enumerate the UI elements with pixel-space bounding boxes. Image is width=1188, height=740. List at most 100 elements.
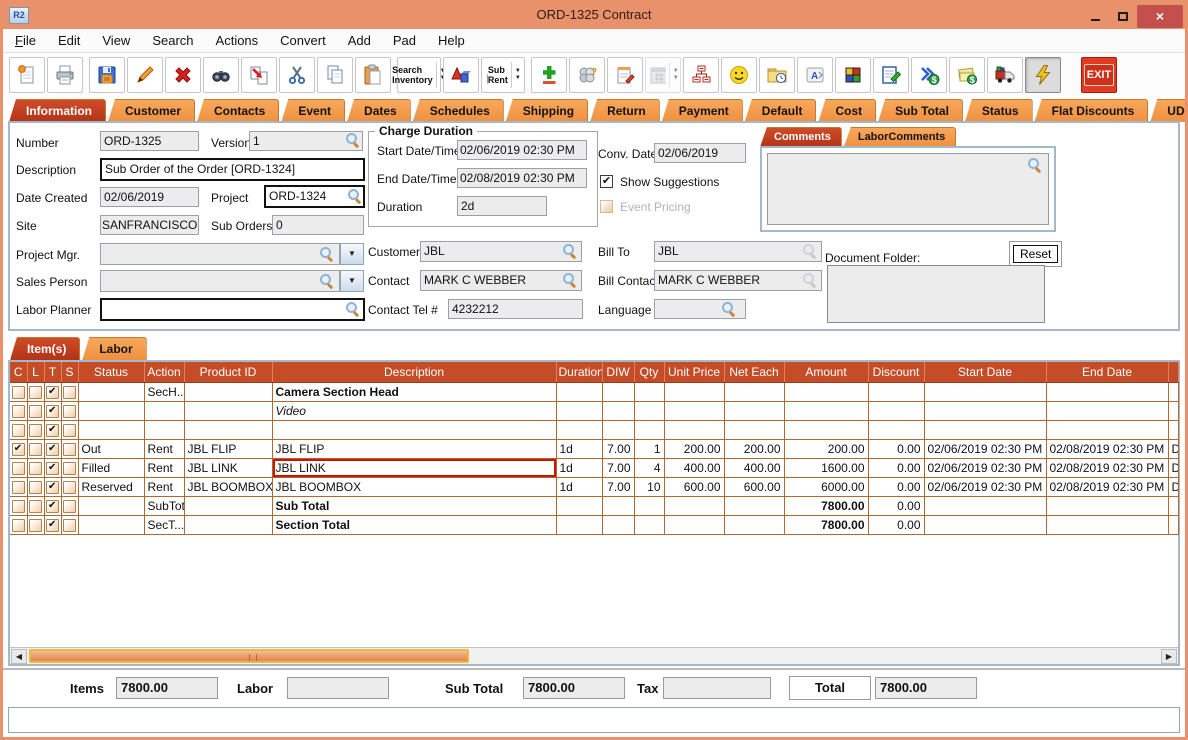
s-checkbox-cell[interactable] [61, 439, 78, 458]
overflow-cell[interactable] [1168, 382, 1178, 401]
duration-cell[interactable] [556, 382, 602, 401]
overflow-cell[interactable] [1168, 515, 1178, 534]
l-checkbox-cell[interactable] [27, 401, 44, 420]
c-checkbox-cell[interactable] [10, 420, 27, 439]
duration-cell[interactable]: 1d [556, 477, 602, 496]
t-checkbox[interactable] [46, 519, 59, 532]
column-header[interactable]: Discount [868, 362, 924, 382]
action-cell[interactable]: SubTot [144, 496, 184, 515]
amount-cell[interactable] [784, 420, 868, 439]
subtotal-field[interactable]: 7800.00 [523, 677, 625, 699]
description-cell[interactable] [272, 420, 556, 439]
product-id-cell[interactable]: JBL LINK [184, 458, 272, 477]
unit-price-cell[interactable] [664, 496, 724, 515]
date-created-field[interactable]: 02/06/2019 [100, 187, 199, 207]
language-search-icon[interactable] [722, 302, 736, 316]
duration-cell[interactable] [556, 515, 602, 534]
t-checkbox-cell[interactable] [44, 382, 61, 401]
c-checkbox-cell[interactable] [10, 477, 27, 496]
column-header[interactable]: Action [144, 362, 184, 382]
qty-cell[interactable]: 10 [634, 477, 664, 496]
s-checkbox[interactable] [63, 519, 76, 532]
contact-search-icon[interactable] [563, 273, 577, 287]
s-checkbox[interactable] [63, 481, 76, 494]
comments-box[interactable] [767, 153, 1049, 225]
action-cell[interactable]: Rent [144, 458, 184, 477]
t-checkbox-cell[interactable] [44, 439, 61, 458]
overflow-cell[interactable] [1168, 401, 1178, 420]
transfer-button[interactable] [241, 57, 277, 93]
quick-action-button[interactable] [1025, 57, 1061, 93]
l-checkbox-cell[interactable] [27, 382, 44, 401]
amount-cell[interactable]: 6000.00 [784, 477, 868, 496]
tab[interactable]: Shipping [506, 99, 588, 122]
cut-button[interactable] [279, 57, 315, 93]
description-cell[interactable]: Section Total [272, 515, 556, 534]
grid-row[interactable]: SubTot Sub Total 7800.00 0.00 [10, 496, 1178, 515]
s-checkbox-cell[interactable] [61, 496, 78, 515]
save-button[interactable] [89, 57, 125, 93]
product-id-cell[interactable] [184, 420, 272, 439]
column-header[interactable]: Start Date [924, 362, 1046, 382]
s-checkbox-cell[interactable] [61, 382, 78, 401]
qty-cell[interactable] [634, 401, 664, 420]
s-checkbox-cell[interactable] [61, 515, 78, 534]
customer-field[interactable]: JBL [420, 241, 582, 262]
column-header[interactable]: Status [78, 362, 144, 382]
c-checkbox-cell[interactable] [10, 439, 27, 458]
net-each-cell[interactable] [724, 496, 784, 515]
discount-cell[interactable]: 0.00 [868, 458, 924, 477]
column-header[interactable]: L [27, 362, 44, 382]
customer-search-icon[interactable] [563, 244, 577, 258]
status-cell[interactable] [78, 496, 144, 515]
search-inventory-button[interactable]: SearchInventory ▼▼ [397, 57, 441, 93]
l-checkbox-cell[interactable] [27, 515, 44, 534]
t-checkbox[interactable] [46, 462, 59, 475]
paste-button[interactable] [355, 57, 391, 93]
net-each-cell[interactable] [724, 401, 784, 420]
duration-cell[interactable] [556, 420, 602, 439]
action-cell[interactable] [144, 420, 184, 439]
unit-price-cell[interactable] [664, 401, 724, 420]
bill-to-search-icon[interactable] [803, 244, 817, 258]
t-checkbox[interactable] [46, 405, 59, 418]
project-mgr-search-icon[interactable] [320, 247, 334, 261]
status-cell[interactable] [78, 401, 144, 420]
product-id-cell[interactable] [184, 401, 272, 420]
l-checkbox-cell[interactable] [27, 458, 44, 477]
t-checkbox[interactable] [46, 481, 59, 494]
reset-button[interactable]: Reset [1013, 245, 1058, 263]
qty-cell[interactable]: 1 [634, 439, 664, 458]
bill-contact-field[interactable]: MARK C WEBBER [654, 270, 822, 291]
menu-item[interactable]: Convert [280, 33, 326, 48]
project-mgr-dropdown[interactable]: ▼ [340, 243, 364, 265]
c-checkbox[interactable] [12, 462, 25, 475]
t-checkbox[interactable] [46, 386, 59, 399]
status-cell[interactable]: Filled [78, 458, 144, 477]
sub-orders-field[interactable]: 0 [272, 215, 364, 235]
unit-price-cell[interactable]: 200.00 [664, 439, 724, 458]
action-cell[interactable] [144, 401, 184, 420]
description-cell[interactable]: JBL BOOMBOX [272, 477, 556, 496]
menu-item[interactable]: Edit [58, 33, 80, 48]
project-search-icon[interactable] [348, 189, 362, 203]
product-id-cell[interactable] [184, 515, 272, 534]
end-date-cell[interactable]: 02/08/2019 02:30 PM [1046, 477, 1168, 496]
menu-item[interactable]: Actions [216, 33, 259, 48]
shapes-button[interactable] [443, 57, 479, 93]
tab[interactable]: Information [9, 99, 106, 122]
contact-field[interactable]: MARK C WEBBER [420, 270, 582, 291]
tab[interactable]: UDF [1150, 99, 1188, 122]
diw-cell[interactable] [602, 382, 634, 401]
action-cell[interactable]: Rent [144, 477, 184, 496]
duration-cell[interactable] [556, 401, 602, 420]
money-button[interactable]: $ [949, 57, 985, 93]
c-checkbox[interactable] [12, 443, 25, 456]
comments-tab[interactable]: Comments [760, 127, 842, 147]
menu-item[interactable]: Add [348, 33, 371, 48]
version-search-icon[interactable] [346, 133, 360, 147]
start-date-cell[interactable]: 02/06/2019 02:30 PM [924, 458, 1046, 477]
diw-cell[interactable] [602, 420, 634, 439]
unit-price-cell[interactable] [664, 515, 724, 534]
grid-row[interactable]: Filled Rent JBL LINK JBL LINK 1d 7.00 4 … [10, 458, 1178, 477]
